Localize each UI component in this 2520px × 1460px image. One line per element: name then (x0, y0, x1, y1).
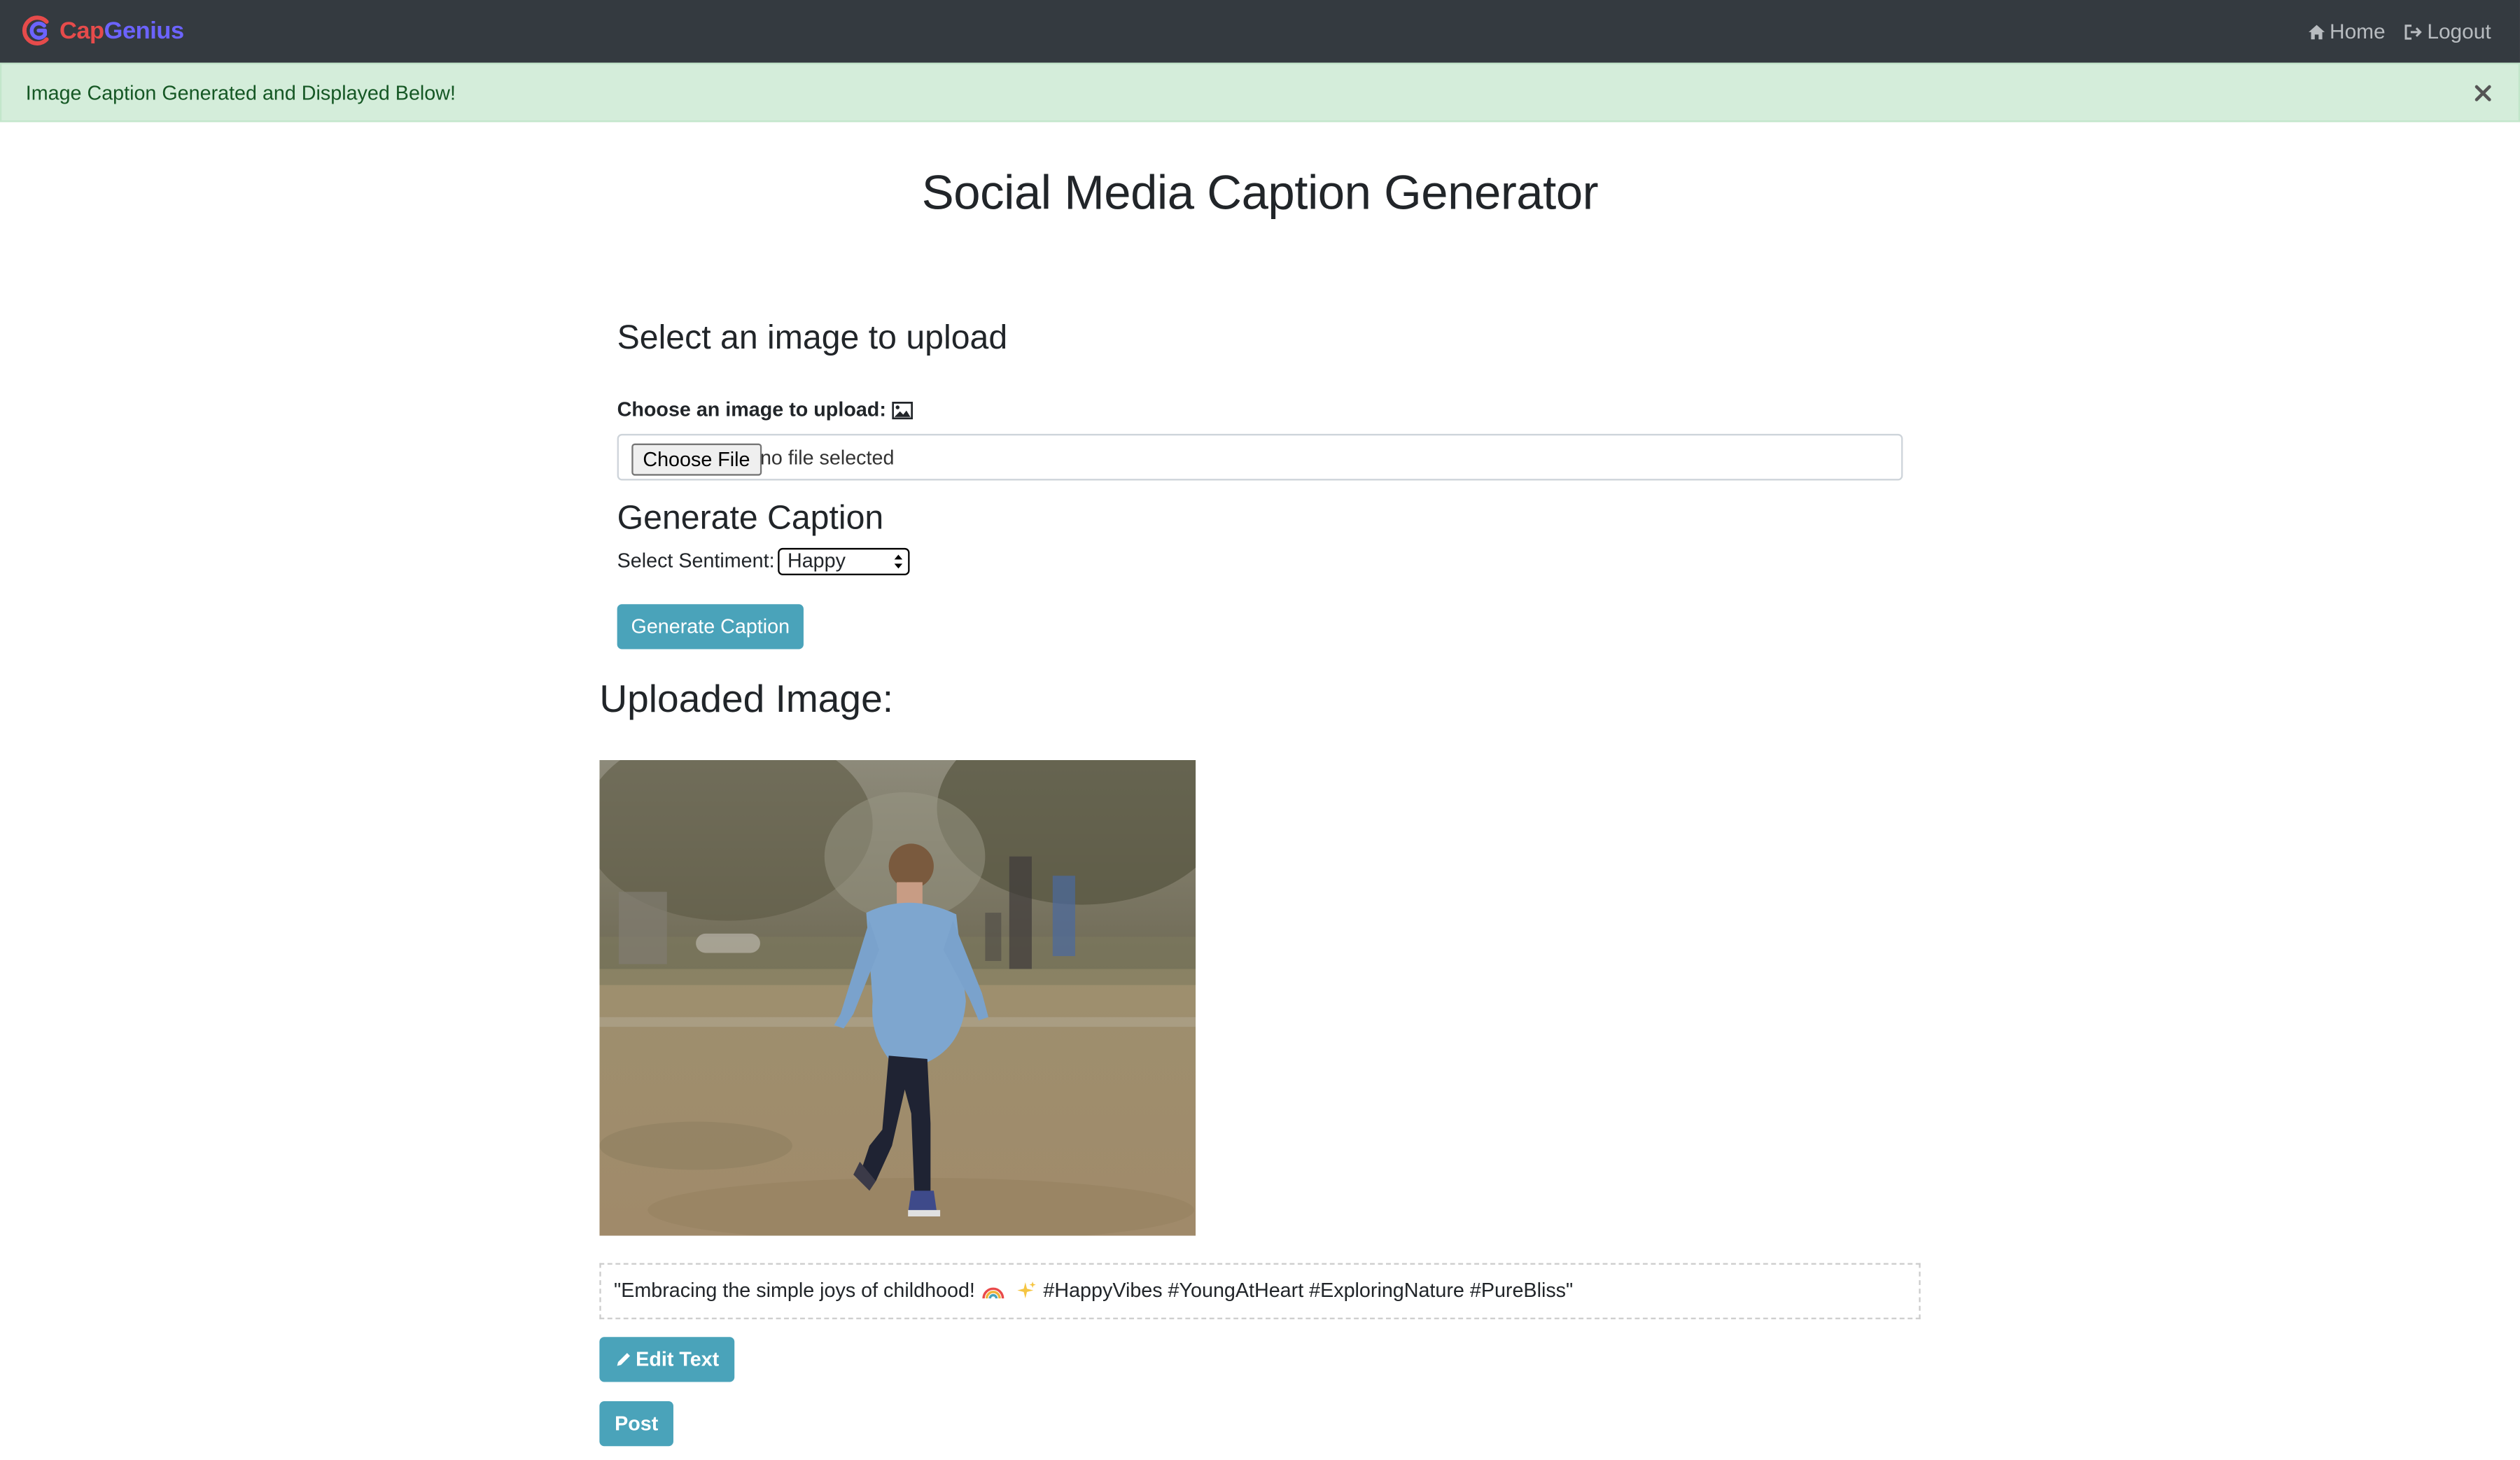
file-input-label-text: Choose an image to upload: (617, 398, 886, 421)
brand-genius-text: Genius (104, 17, 184, 45)
upload-section-heading: Select an image to upload (617, 319, 1008, 357)
generated-caption-box: "Embracing the simple joys of childhood!… (599, 1263, 1921, 1319)
nav-home-link[interactable]: Home (2307, 20, 2386, 43)
caption-text-hashtags: #HappyVibes #YoungAtHeart #ExploringNatu… (1043, 1279, 1574, 1302)
home-icon (2308, 24, 2324, 39)
pencil-icon (616, 1353, 629, 1366)
navbar: CapGenius Home Logout (0, 0, 2520, 63)
post-button[interactable]: Post (599, 1401, 673, 1447)
logout-icon (2405, 24, 2423, 39)
uploaded-image-heading: Uploaded Image: (599, 678, 894, 722)
nav-logout-link[interactable]: Logout (2404, 20, 2491, 43)
file-status-text: no file selected (760, 447, 895, 470)
nav-links: Home Logout (2288, 0, 2491, 63)
child-running-photo (599, 759, 1196, 1236)
rainbow-emoji-icon (982, 1287, 1004, 1299)
generate-caption-button[interactable]: Generate Caption (617, 604, 804, 650)
select-arrows-icon (894, 554, 903, 569)
edit-text-button[interactable]: Edit Text (599, 1337, 735, 1382)
success-alert: Image Caption Generated and Displayed Be… (0, 62, 2520, 122)
file-input[interactable]: Choose File no file selected (617, 433, 1903, 481)
sentiment-selected-value: Happy (787, 549, 846, 573)
brand-link[interactable]: CapGenius (20, 11, 184, 50)
close-icon[interactable] (2470, 80, 2496, 106)
page-title: Social Media Caption Generator (921, 167, 1599, 220)
sentiment-select[interactable]: Happy (778, 547, 910, 575)
edit-text-label: Edit Text (636, 1348, 720, 1371)
brand-cap-text: Cap (59, 17, 104, 45)
nav-logout-label: Logout (2427, 19, 2491, 43)
capgenius-logo-icon (22, 15, 49, 45)
file-input-label: Choose an image to upload: (617, 398, 913, 421)
nav-home-label: Home (2330, 19, 2386, 43)
uploaded-image (599, 759, 1196, 1236)
sparkles-emoji-icon (1016, 1281, 1035, 1299)
choose-file-button[interactable]: Choose File (631, 443, 762, 476)
brand-name: CapGenius (59, 17, 184, 44)
sentiment-label: Select Sentiment: (617, 549, 775, 573)
caption-text-start: "Embracing the simple joys of childhood! (614, 1279, 975, 1302)
image-icon (892, 400, 913, 419)
generate-section-heading: Generate Caption (617, 500, 884, 537)
alert-message: Image Caption Generated and Displayed Be… (25, 82, 456, 105)
